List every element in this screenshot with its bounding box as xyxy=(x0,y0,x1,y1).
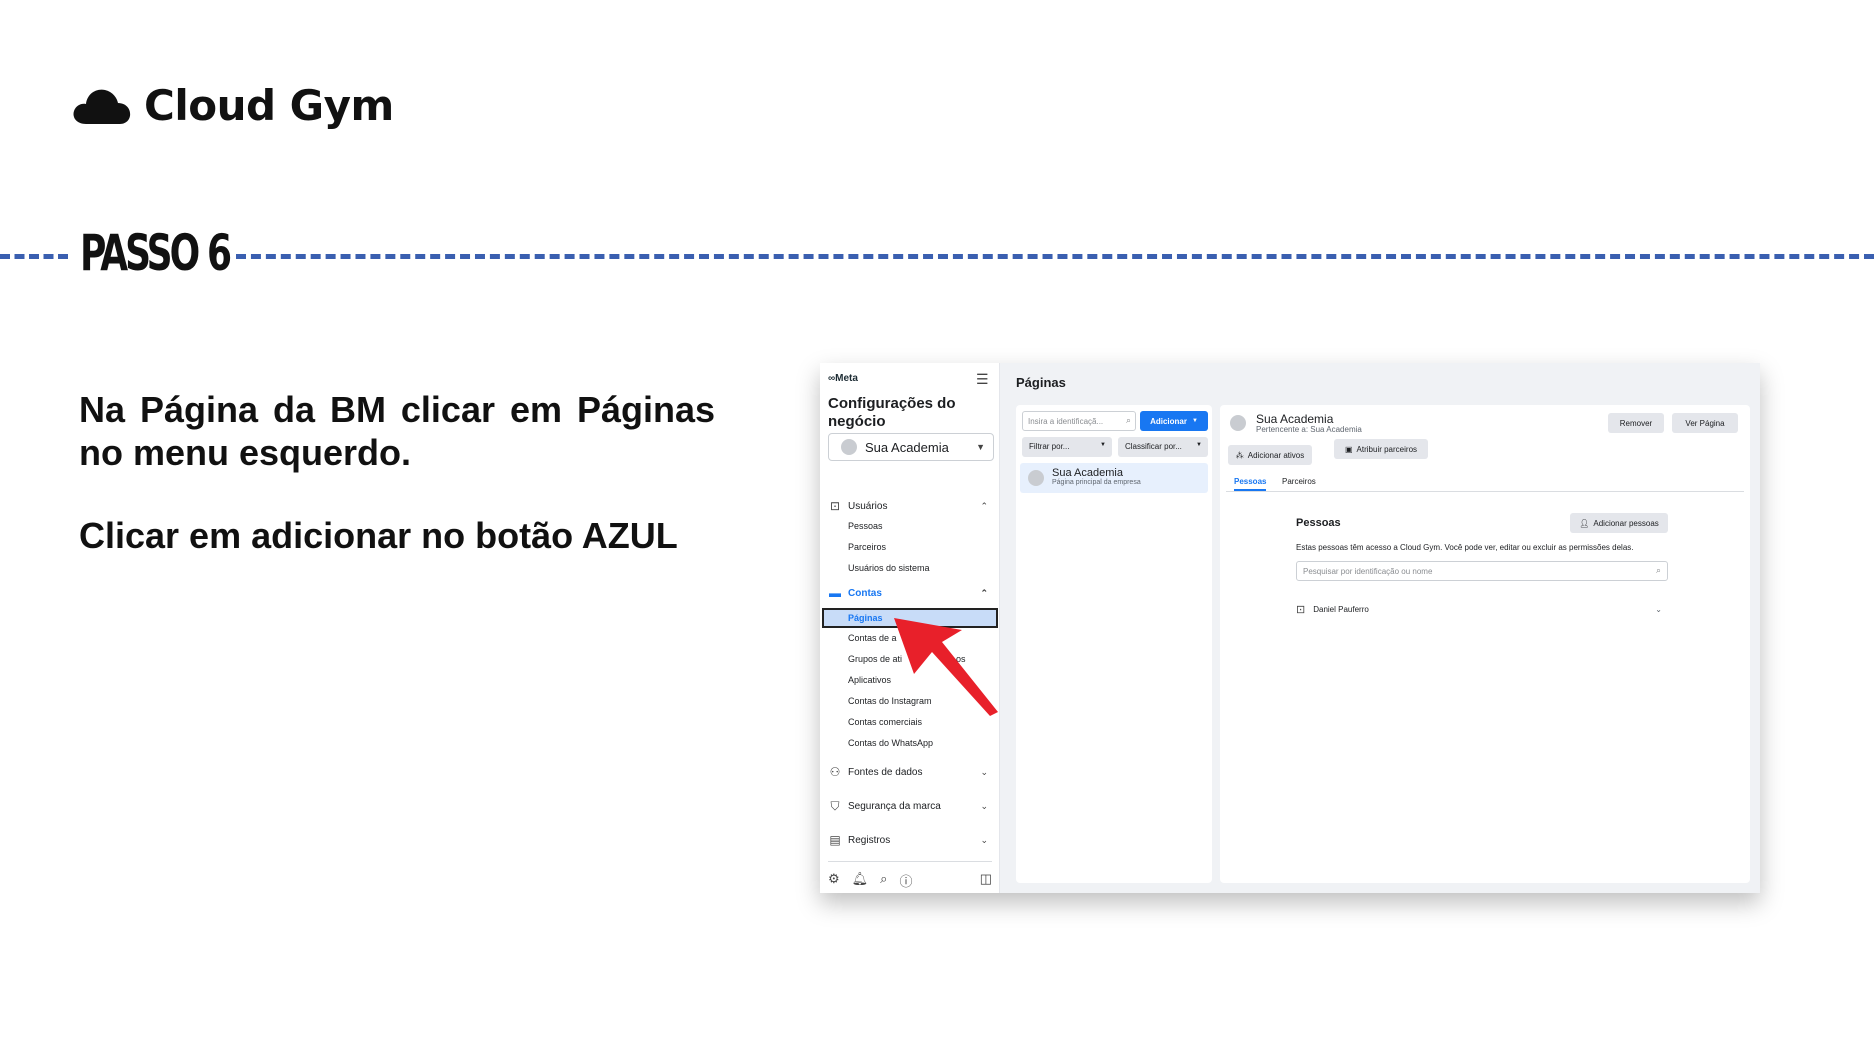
view-page-button[interactable]: Ver Página xyxy=(1672,413,1738,433)
detail-name: Sua Academia xyxy=(1256,412,1334,426)
add-button-label: Adicionar xyxy=(1150,416,1187,426)
page-item-name: Sua Academia xyxy=(1052,467,1123,479)
user-add-icon: 👤︎ xyxy=(1579,518,1590,528)
people-search-placeholder: Pesquisar por identificação ou nome xyxy=(1303,567,1433,576)
tab-divider xyxy=(1226,491,1744,492)
caret-down-icon: ▼ xyxy=(976,442,985,452)
remove-button[interactable]: Remover xyxy=(1608,413,1664,433)
avatar xyxy=(841,439,857,455)
sidebar-item-contas-comerciais[interactable]: Contas comerciais xyxy=(848,717,922,727)
step-title: PASSO 6 xyxy=(80,224,232,282)
users-icon: ⊡ xyxy=(829,499,841,513)
account-name: Sua Academia xyxy=(865,439,949,455)
data-sources-icon: ⚇ xyxy=(829,765,841,779)
people-search-input[interactable]: Pesquisar por identificação ou nome ⌕ xyxy=(1296,561,1668,581)
sidebar-item-contas-anuncio[interactable]: Contas de a xyxy=(848,633,897,643)
sidebar-item-parceiros[interactable]: Parceiros xyxy=(848,542,886,552)
sidebar-section-fontes[interactable]: ⚇ Fontes de dados ⌄ xyxy=(828,763,994,781)
tab-parceiros[interactable]: Parceiros xyxy=(1282,477,1316,486)
accounts-icon: ▬ xyxy=(829,586,841,600)
person-name: Daniel Pauferro xyxy=(1313,604,1369,614)
add-assets-label: Adicionar ativos xyxy=(1247,450,1305,460)
section-label: Registros xyxy=(848,834,891,846)
people-title: Pessoas xyxy=(1296,517,1341,529)
notifications-icon[interactable]: 🔔︎ xyxy=(852,871,869,890)
instructions: Na Página da BM clicar em Páginas no men… xyxy=(79,388,715,557)
assign-partners-label: Atribuir parceiros xyxy=(1356,444,1418,454)
sidebar-item-pessoas[interactable]: Pessoas xyxy=(848,521,883,531)
briefcase-icon: ▣ xyxy=(1344,444,1353,454)
cloud-icon xyxy=(73,89,131,124)
search-input[interactable]: Insira a identificaçã... ⌕ xyxy=(1022,411,1136,431)
sort-dropdown[interactable]: Classificar por... ▼ xyxy=(1118,437,1208,457)
settings-icon[interactable]: ⚙ xyxy=(828,871,840,890)
avatar xyxy=(1230,415,1246,431)
chevron-down-icon: ⌄ xyxy=(980,800,988,811)
add-assets-button[interactable]: ⁂ Adicionar ativos xyxy=(1228,445,1312,465)
chevron-down-icon: ⌄ xyxy=(980,766,988,777)
sidebar-section-seguranca[interactable]: ⛉ Segurança da marca ⌄ xyxy=(828,797,994,815)
sidebar-item-aplicativos[interactable]: Aplicativos xyxy=(848,675,891,685)
section-label: Segurança da marca xyxy=(848,800,941,812)
section-label: Fontes de dados xyxy=(848,766,923,778)
sidebar-section-contas[interactable]: ▬ Contas ⌃ xyxy=(828,584,994,602)
sidebar-section-usuarios[interactable]: ⊡ Usuários ⌃ xyxy=(828,497,994,515)
detail-owner: Pertencente a: Sua Academia xyxy=(1256,425,1362,434)
assets-icon: ⁂ xyxy=(1235,450,1244,460)
account-selector[interactable]: Sua Academia ▼ xyxy=(828,433,994,461)
shield-icon: ⛉ xyxy=(830,798,840,813)
search-icon: ⌕ xyxy=(1125,415,1131,425)
add-people-button[interactable]: 👤︎ Adicionar pessoas xyxy=(1570,513,1668,533)
sidebar-item-usuarios-sistema[interactable]: Usuários do sistema xyxy=(848,563,930,573)
dashed-divider-left xyxy=(0,254,68,259)
chevron-down-icon: ⌄ xyxy=(1655,604,1662,614)
pages-list-panel: Insira a identificaçã... ⌕ Adicionar ▼ F… xyxy=(1016,405,1212,883)
logs-icon: ▤ xyxy=(829,833,841,847)
filter-dropdown[interactable]: Filtrar por... ▼ xyxy=(1022,437,1112,457)
caret-down-icon: ▼ xyxy=(1191,418,1198,424)
red-pointer-arrow-icon xyxy=(894,618,998,716)
meta-logo: ∞Meta xyxy=(828,373,858,384)
person-row[interactable]: ⊡ Daniel Pauferro ⌄ xyxy=(1296,601,1668,617)
sidebar-title: Configurações do negócio xyxy=(828,395,956,430)
section-label: Contas xyxy=(848,587,882,599)
people-description: Estas pessoas têm acesso a Cloud Gym. Vo… xyxy=(1296,543,1634,552)
sidebar-divider xyxy=(828,861,992,862)
sidebar-item-whatsapp[interactable]: Contas do WhatsApp xyxy=(848,738,933,748)
brand-logo: Cloud Gym xyxy=(72,80,394,130)
tab-pessoas[interactable]: Pessoas xyxy=(1234,477,1267,491)
person-icon: ⊡ xyxy=(1296,603,1306,616)
page-list-item[interactable]: Sua Academia Página principal da empresa xyxy=(1020,463,1208,493)
search-icon: ⌕ xyxy=(1655,565,1661,575)
search-icon[interactable]: ⌕ xyxy=(880,871,887,890)
sidebar-section-registros[interactable]: ▤ Registros ⌄ xyxy=(828,831,994,849)
avatar xyxy=(1028,470,1044,486)
section-label: Usuários xyxy=(848,500,888,512)
hamburger-menu-icon[interactable]: ☰ xyxy=(976,371,989,388)
caret-down-icon: ▼ xyxy=(1100,442,1106,448)
add-button[interactable]: Adicionar ▼ xyxy=(1140,411,1208,431)
page-title: Páginas xyxy=(1016,375,1066,390)
step-header: PASSO 6 xyxy=(0,222,1874,292)
panel-toggle-icon[interactable]: ◫ xyxy=(980,871,992,890)
page-detail-panel: Sua Academia Pertencente a: Sua Academia… xyxy=(1220,405,1750,883)
add-people-label: Adicionar pessoas xyxy=(1593,518,1659,528)
instruction-2: Clicar em adicionar no botão AZUL xyxy=(79,515,678,556)
help-icon[interactable]: ⓘ xyxy=(899,871,912,890)
search-placeholder: Insira a identificaçã... xyxy=(1028,417,1104,426)
dashed-divider-right xyxy=(236,254,1874,259)
chevron-up-icon: ⌃ xyxy=(980,587,988,598)
brand-name: Cloud Gym xyxy=(144,80,394,130)
caret-down-icon: ▼ xyxy=(1196,442,1202,448)
sidebar-footer: ⚙ 🔔︎ ⌕ ⓘ ◫ xyxy=(828,871,994,890)
sort-label: Classificar por... xyxy=(1125,442,1182,451)
chevron-down-icon: ⌄ xyxy=(980,834,988,845)
instruction-1: Na Página da BM clicar em Páginas no men… xyxy=(79,389,715,473)
chevron-up-icon: ⌃ xyxy=(980,500,988,511)
assign-partners-button[interactable]: ▣ Atribuir parceiros xyxy=(1334,439,1428,459)
page-item-desc: Página principal da empresa xyxy=(1052,479,1141,486)
filter-label: Filtrar por... xyxy=(1029,442,1070,451)
